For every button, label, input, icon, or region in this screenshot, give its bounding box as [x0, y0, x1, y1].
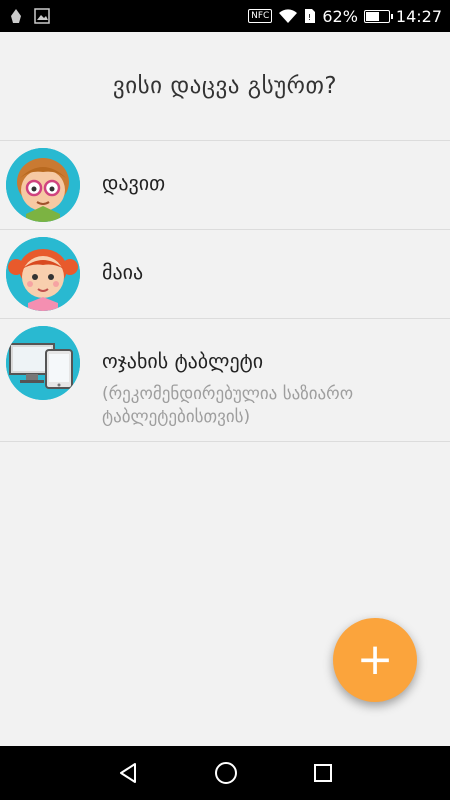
- plus-icon: +: [356, 634, 394, 685]
- profile-name: ოჯახის ტაბლეტი: [102, 349, 264, 373]
- list-item-family-tablet[interactable]: ოჯახის ტაბლეტი (რეკომენდირებულია საზიარო…: [0, 318, 450, 442]
- navigation-bar: [0, 746, 450, 800]
- profile-list: დავით მაია ოჯახის ტაბლეტი (რეკომენდირებუ…: [0, 140, 450, 442]
- devices-avatar-icon: [6, 326, 80, 400]
- profile-name: დავით: [102, 171, 166, 195]
- status-bar: NFC ! 62% 14:27: [0, 0, 450, 32]
- back-icon[interactable]: [117, 762, 139, 784]
- sim-icon: !: [305, 9, 316, 23]
- battery-icon: [363, 9, 393, 23]
- boy-avatar-icon: [6, 148, 80, 222]
- list-item-maia[interactable]: მაია: [0, 229, 450, 318]
- page-title: ვისი დაცვა გსურთ?: [112, 73, 338, 99]
- home-icon[interactable]: [214, 761, 238, 785]
- list-item-davit[interactable]: დავით: [0, 140, 450, 229]
- battery-percent: 62%: [322, 6, 358, 26]
- girl-avatar-icon: [6, 237, 80, 311]
- nfc-icon: NFC: [248, 9, 273, 23]
- profile-subtitle: (რეკომენდირებულია საზიარო ტაბლეტებისთვის…: [102, 384, 354, 427]
- add-profile-button[interactable]: +: [333, 618, 417, 702]
- clock: 14:27: [395, 6, 442, 26]
- wifi-icon: [279, 9, 298, 23]
- recents-icon[interactable]: [313, 763, 333, 783]
- image-notification-icon: [34, 8, 50, 24]
- svg-text:!: !: [308, 13, 311, 22]
- android-debug-icon: [11, 9, 21, 23]
- profile-name: მაია: [102, 260, 144, 284]
